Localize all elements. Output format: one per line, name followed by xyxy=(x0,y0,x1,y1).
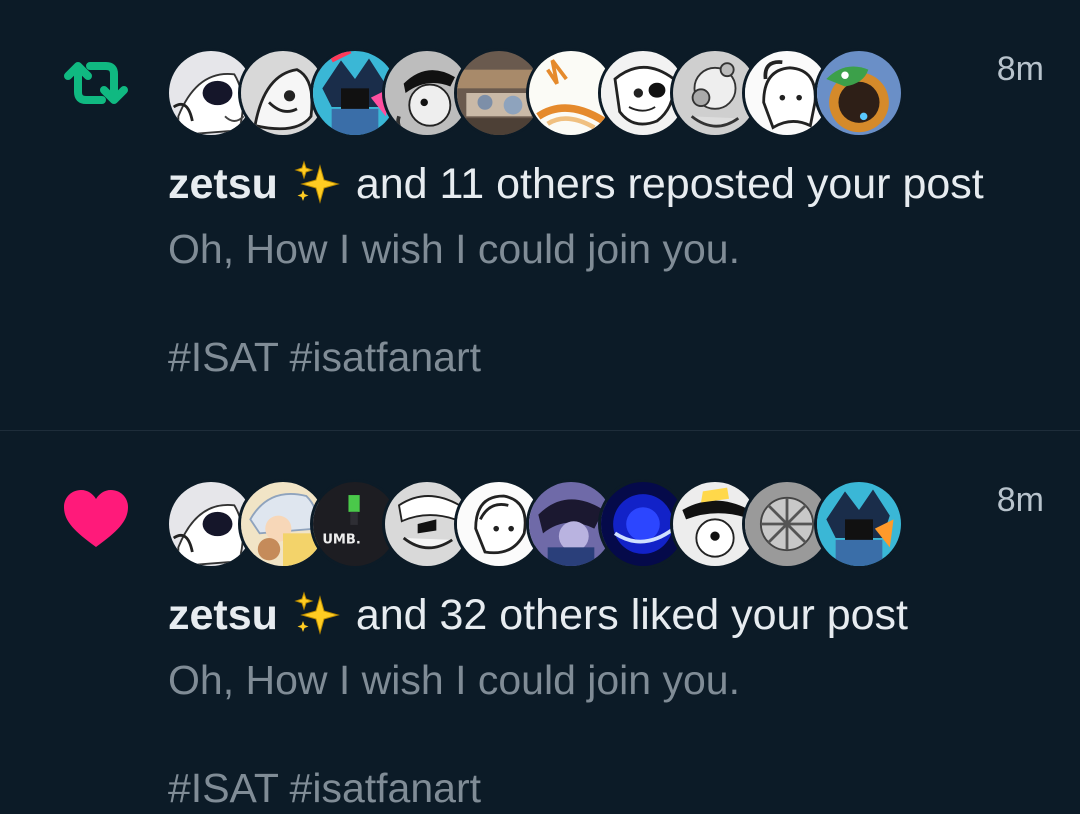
sparkles-emoji xyxy=(294,591,340,637)
post-text[interactable]: Oh, How I wish I could join you. xyxy=(168,657,740,704)
sparkles-emoji xyxy=(294,160,340,206)
heart-icon xyxy=(60,487,132,551)
actor-name[interactable]: zetsu xyxy=(168,591,278,639)
actor-name[interactable]: zetsu xyxy=(168,160,278,208)
post-tags[interactable]: #ISAT #isatfanart xyxy=(168,765,481,812)
notification-headline: zetsu and 32 others liked your post xyxy=(168,591,908,640)
post-tags[interactable]: #ISAT #isatfanart xyxy=(168,334,481,381)
notification-repost[interactable]: 8m zetsu and 11 others reposted your pos… xyxy=(0,0,1080,430)
avatar[interactable] xyxy=(814,479,904,569)
svg-text:UMB.: UMB. xyxy=(322,533,360,548)
action-text: and 11 others reposted your post xyxy=(355,160,984,208)
notification-like[interactable]: UMB. 8m zetsu and 32 others liked your p… xyxy=(0,431,1080,814)
timestamp: 8m xyxy=(996,50,1044,88)
action-text: and 32 others liked your post xyxy=(355,591,909,639)
notifications-feed: 8m zetsu and 11 others reposted your pos… xyxy=(0,0,1080,814)
notification-headline: zetsu and 11 others reposted your post xyxy=(168,160,984,209)
timestamp: 8m xyxy=(996,481,1044,519)
repost-icon xyxy=(58,48,134,118)
post-text[interactable]: Oh, How I wish I could join you. xyxy=(168,226,740,273)
avatar[interactable] xyxy=(814,48,904,138)
avatar-stack xyxy=(166,48,904,142)
avatar-stack: UMB. xyxy=(166,479,904,573)
